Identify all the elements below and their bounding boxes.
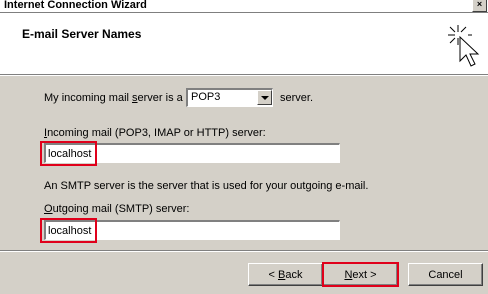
header-separator — [0, 74, 488, 76]
server-type-value: POP3 — [191, 91, 221, 103]
server-type-label: My incoming mail server is a — [44, 92, 183, 104]
dropdown-arrow-button[interactable] — [257, 90, 272, 105]
server-type-select[interactable]: POP3 — [186, 88, 273, 107]
window-title: Internet Connection Wizard — [4, 0, 147, 11]
chevron-down-icon — [261, 96, 269, 100]
smtp-note: An SMTP server is the server that is use… — [44, 180, 369, 192]
footer-separator — [0, 250, 488, 252]
wizard-header: E-mail Server Names — [0, 13, 488, 74]
title-bar: Internet Connection Wizard × — [0, 0, 488, 13]
incoming-server-input[interactable] — [44, 143, 340, 163]
incoming-server-label: Incoming mail (POP3, IMAP or HTTP) serve… — [44, 127, 266, 139]
server-suffix-label: server. — [280, 92, 314, 104]
next-button[interactable]: Next > — [323, 263, 398, 286]
page-title: E-mail Server Names — [22, 27, 142, 41]
close-button[interactable]: × — [472, 0, 487, 12]
outgoing-server-label: Outgoing mail (SMTP) server: — [44, 203, 190, 215]
back-button[interactable]: < Back — [248, 263, 323, 286]
wizard-sparkle-cursor-icon — [448, 25, 480, 67]
outgoing-server-input[interactable] — [44, 220, 340, 240]
cancel-button[interactable]: Cancel — [408, 263, 483, 286]
